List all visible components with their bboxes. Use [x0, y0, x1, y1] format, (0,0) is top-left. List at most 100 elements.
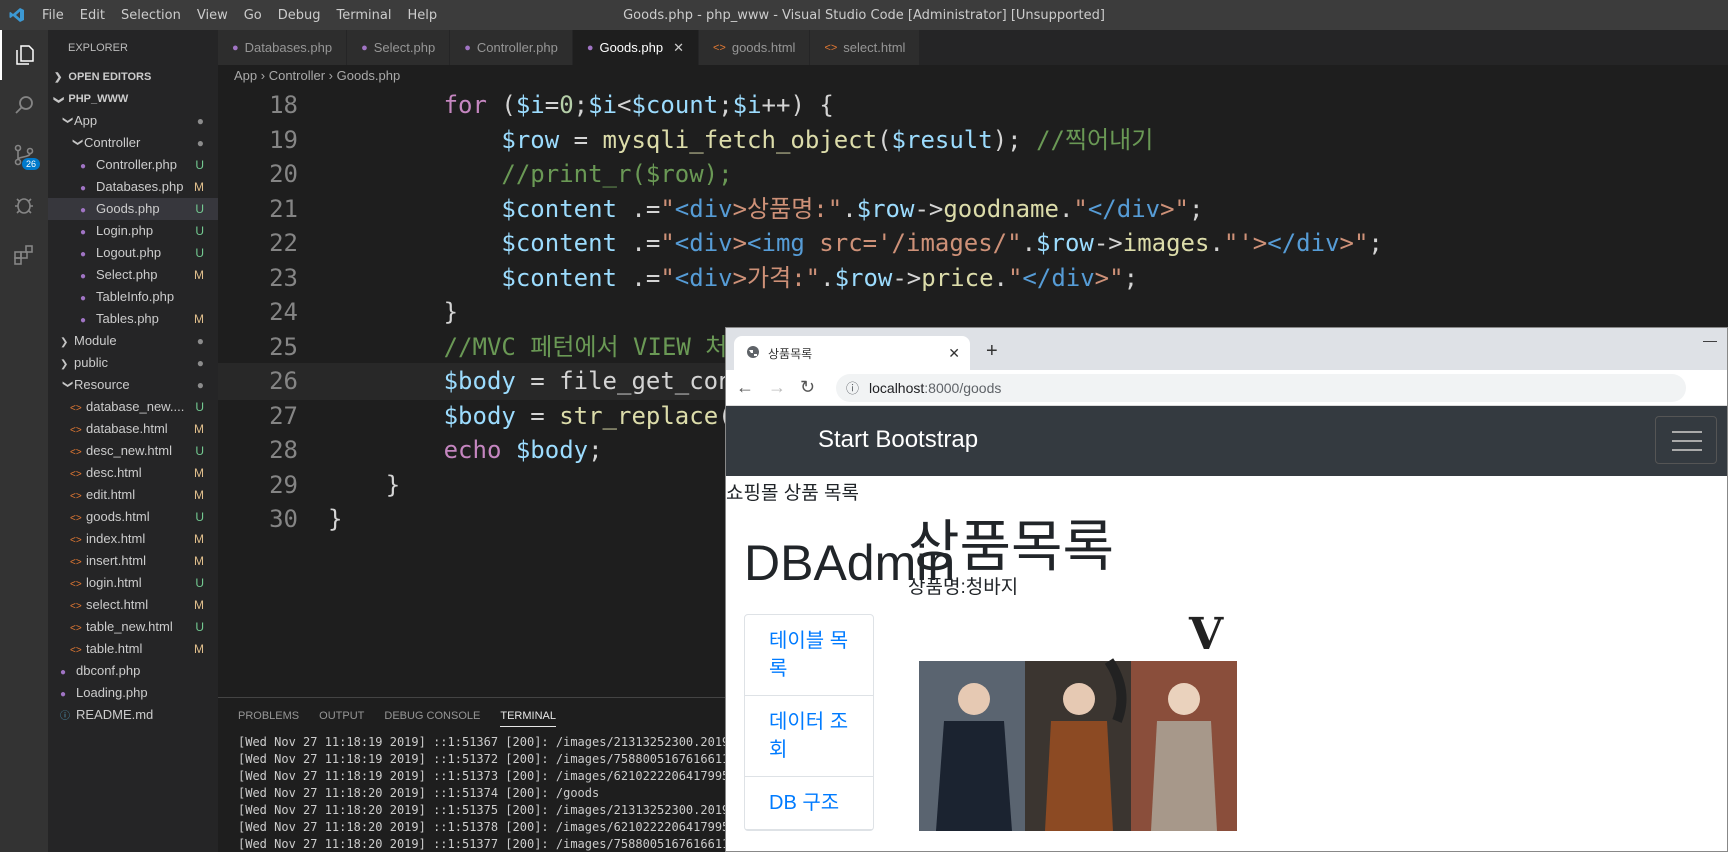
tab-select-html[interactable]: <> select.html	[810, 30, 921, 65]
menu-view[interactable]: View	[189, 8, 236, 23]
breadcrumb-item[interactable]: Goods.php	[337, 68, 401, 83]
tree-item[interactable]: ❯Controller ●	[48, 132, 218, 154]
breadcrumb-item[interactable]: App	[234, 68, 257, 83]
tree-item[interactable]: <> goods.html U	[48, 506, 218, 528]
tree-item[interactable]: ❯ Module ●	[48, 330, 218, 352]
panel-tab-debug-console[interactable]: DEBUG CONSOLE	[384, 706, 480, 726]
tree-item[interactable]: ⓘ README.md	[48, 704, 218, 726]
side-nav-item[interactable]: 테이블 목록	[745, 615, 873, 696]
tab-controller-php[interactable]: ● Controller.php	[450, 30, 573, 65]
code-line[interactable]: 24 }	[218, 294, 1728, 331]
new-tab-icon[interactable]: +	[986, 340, 998, 363]
tree-item[interactable]: <> database.html M	[48, 418, 218, 440]
code-line[interactable]: 20 //print_r($row);	[218, 156, 1728, 193]
tab-label: Goods.php	[599, 40, 664, 55]
panel-tab-output[interactable]: OUTPUT	[319, 706, 364, 726]
php-file-icon: ●	[464, 41, 471, 54]
side-nav-item[interactable]: 데이터 조회	[745, 696, 873, 777]
panel-tab-terminal[interactable]: TERMINAL	[500, 706, 556, 727]
tree-item[interactable]: ● Logout.php U	[48, 242, 218, 264]
info-icon[interactable]: ⓘ	[846, 378, 859, 397]
search-icon[interactable]	[0, 80, 48, 130]
tree-item[interactable]: <> index.html M	[48, 528, 218, 550]
tree-item[interactable]: ● Select.php M	[48, 264, 218, 286]
tree-item[interactable]: <> desc_new.html U	[48, 440, 218, 462]
code-line[interactable]: 21 $content .="<div>상품명:".$row->goodname…	[218, 191, 1728, 228]
minimize-icon[interactable]: —	[1703, 332, 1717, 348]
explorer-icon[interactable]	[0, 30, 48, 80]
line-number: 30	[269, 505, 298, 533]
code-text: $body = str_replace("	[443, 401, 747, 430]
bottom-panel: PROBLEMS OUTPUT DEBUG CONSOLE TERMINAL [Wed…	[218, 697, 728, 852]
navbar-brand[interactable]: Start Bootstrap	[818, 426, 978, 454]
tree-item[interactable]: <> insert.html M	[48, 550, 218, 572]
tree-item[interactable]: <> table_new.html U	[48, 616, 218, 638]
code-text: //print_r($row);	[501, 160, 733, 188]
back-icon[interactable]: ←	[736, 377, 768, 398]
browser-tab[interactable]: 상품목록 ✕	[734, 336, 970, 370]
code-line[interactable]: 19 $row = mysqli_fetch_object($result); …	[218, 122, 1728, 159]
tree-item-label: select.html	[86, 597, 149, 612]
explorer-sidebar: EXPLORER ❯ OPEN EDITORS ❯ PHP_WWW ❯App ● ❯Co…	[48, 30, 218, 852]
tree-item[interactable]: <> desc.html M	[48, 462, 218, 484]
tree-item[interactable]: <> select.html M	[48, 594, 218, 616]
project-section[interactable]: ❯ PHP_WWW	[48, 88, 218, 110]
tab-goods-html[interactable]: <> goods.html	[698, 30, 811, 65]
terminal-output[interactable]: [Wed Nov 27 11:18:19 2019] ::1:51367 [20…	[218, 734, 728, 852]
tree-item[interactable]: ● TableInfo.php	[48, 286, 218, 308]
tree-item-label: database_new....	[86, 399, 185, 414]
tree-item[interactable]: ● Tables.php M	[48, 308, 218, 330]
tree-item[interactable]: ● Goods.php U	[48, 198, 218, 220]
code-line[interactable]: 23 $content .="<div>가격:".$row->price."</…	[218, 260, 1728, 297]
tree-item[interactable]: ● Login.php U	[48, 220, 218, 242]
menu-edit[interactable]: Edit	[72, 8, 113, 23]
git-status-badge: U	[195, 444, 204, 458]
tab-select-php[interactable]: ● Select.php	[347, 30, 451, 65]
git-status-badge: U	[195, 202, 204, 216]
code-line[interactable]: 18 for ($i=0;$i<$count;$i++) {	[218, 87, 1728, 124]
reload-icon[interactable]: ↻	[800, 377, 832, 398]
tree-item[interactable]: <> edit.html M	[48, 484, 218, 506]
tree-item[interactable]: ● Databases.php M	[48, 176, 218, 198]
open-editors-section[interactable]: ❯ OPEN EDITORS	[48, 66, 218, 88]
line-number: 29	[269, 470, 298, 499]
breadcrumb-item[interactable]: Controller	[269, 68, 325, 83]
tree-item[interactable]: <> table.html M	[48, 638, 218, 660]
address-bar[interactable]: ⓘ localhost:8000/goods	[836, 373, 1686, 402]
tree-item[interactable]: ● Loading.php	[48, 682, 218, 704]
tree-item[interactable]: ❯ public ●	[48, 352, 218, 374]
chevron-right-icon: ❯	[60, 337, 69, 348]
tree-item[interactable]: ● Controller.php U	[48, 154, 218, 176]
tree-item[interactable]: <> login.html U	[48, 572, 218, 594]
menu-help[interactable]: Help	[399, 8, 445, 23]
tab-goods-php[interactable]: ● Goods.php ✕	[572, 30, 699, 65]
tab-label: select.html	[843, 40, 906, 55]
php-file-icon: ●	[80, 227, 87, 238]
menu-file[interactable]: File	[34, 8, 72, 23]
code-line[interactable]: 22 $content .="<div><img src='/images/".…	[218, 225, 1728, 262]
side-nav-item[interactable]: DB 구조	[745, 777, 873, 830]
forward-icon[interactable]: →	[768, 377, 800, 398]
extensions-icon[interactable]	[0, 230, 48, 280]
line-number: 26	[269, 367, 298, 395]
close-icon[interactable]: ✕	[673, 40, 684, 56]
browser-tab-bar: 상품목록 ✕ + —	[726, 328, 1727, 370]
menu-go[interactable]: Go	[236, 8, 270, 23]
menu-selection[interactable]: Selection	[113, 8, 189, 23]
tree-item[interactable]: ❯App ●	[48, 110, 218, 132]
tree-item[interactable]: <> database_new.... U	[48, 396, 218, 418]
debug-icon[interactable]	[0, 180, 48, 230]
panel-tab-problems[interactable]: PROBLEMS	[238, 706, 299, 726]
editor-tabs: ● Databases.php ● Select.php ● Controller.php…	[218, 30, 1728, 65]
close-tab-icon[interactable]: ✕	[948, 345, 960, 362]
tree-item-label: Goods.php	[96, 201, 160, 216]
product-image: V	[919, 609, 1237, 831]
menu-terminal[interactable]: Terminal	[329, 8, 400, 23]
tree-item-label: Logout.php	[96, 245, 162, 260]
navbar-toggler-icon[interactable]	[1655, 416, 1717, 464]
tree-item[interactable]: ❯Resource ●	[48, 374, 218, 396]
tree-item[interactable]: ● dbconf.php	[48, 660, 218, 682]
source-control-icon[interactable]: 26	[0, 130, 48, 180]
menu-debug[interactable]: Debug	[270, 8, 329, 23]
tab-databases-php[interactable]: ● Databases.php	[218, 30, 348, 65]
